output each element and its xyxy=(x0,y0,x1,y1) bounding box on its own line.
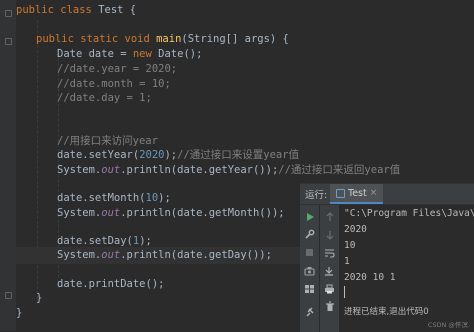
console-line: 1 xyxy=(344,256,350,267)
run-left-toolbar xyxy=(300,205,319,332)
watermark: CSDN @怀溟. xyxy=(427,321,470,329)
run-tool-window: 运行: Test × "C:\Program Files\Java\j 2020… xyxy=(300,183,474,332)
trash-icon[interactable] xyxy=(322,299,337,314)
scroll-end-icon[interactable] xyxy=(322,263,337,278)
run-label: 运行: xyxy=(305,190,328,201)
run-config-icon xyxy=(336,188,345,198)
run-tab-label: Test xyxy=(348,187,367,199)
code-line-comment-day: //date.day = 1; xyxy=(57,92,152,104)
run-panel-header: 运行: Test × xyxy=(300,184,474,205)
stop-icon[interactable] xyxy=(302,245,317,260)
console-line: 2020 10 1 xyxy=(344,272,396,283)
console-line: 2020 xyxy=(344,224,367,235)
pin-icon[interactable] xyxy=(302,305,317,320)
down-arrow-icon[interactable] xyxy=(322,227,337,242)
console-output[interactable]: "C:\Program Files\Java\j 2020 10 1 2020 … xyxy=(340,205,474,332)
close-icon[interactable]: × xyxy=(370,188,378,198)
camera-icon[interactable] xyxy=(302,263,317,278)
text-cursor xyxy=(344,286,345,298)
layout-icon[interactable] xyxy=(302,281,317,296)
console-line-exit: 进程已结束,退出代码0 xyxy=(344,307,429,317)
fold-marker-icon[interactable] xyxy=(5,292,12,299)
code-line-print-year: System.out.println(date.getYear());//通过接… xyxy=(57,164,401,176)
soft-wrap-icon[interactable] xyxy=(322,245,337,260)
code-line-print-month: System.out.println(date.getMonth()); xyxy=(57,207,285,219)
up-arrow-icon[interactable] xyxy=(322,209,337,224)
editor-gutter xyxy=(0,0,16,331)
run-icon[interactable] xyxy=(302,209,317,224)
console-line: 10 xyxy=(344,240,356,251)
wrench-icon[interactable] xyxy=(302,227,317,242)
fold-marker-icon[interactable] xyxy=(5,10,12,17)
code-line-class-declaration: public class Test { xyxy=(16,4,137,16)
print-icon[interactable] xyxy=(322,281,337,296)
console-line-command: "C:\Program Files\Java\j xyxy=(344,208,474,219)
run-tab-test[interactable]: Test × xyxy=(330,184,384,204)
fold-marker-icon[interactable] xyxy=(5,38,12,45)
code-line-print-day: System.out.println(date.getDay()); xyxy=(16,247,300,264)
code-line-close-class: } xyxy=(16,307,23,319)
code-line-print-date: date.printDate(); xyxy=(57,278,165,290)
console-caret-line xyxy=(344,286,345,301)
code-line-close-method: } xyxy=(36,292,43,304)
run-right-toolbar xyxy=(320,205,339,332)
